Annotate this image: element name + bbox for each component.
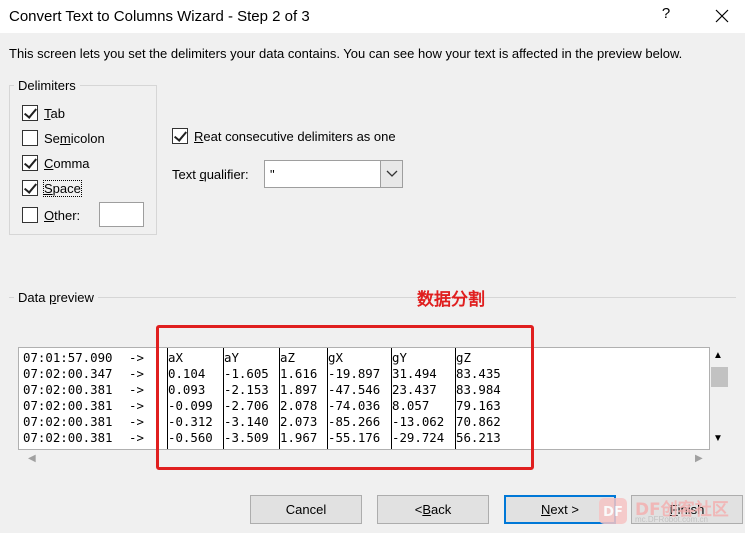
annotation-highlight-box bbox=[156, 325, 534, 470]
space-label: Space bbox=[43, 179, 82, 197]
chevron-down-icon bbox=[386, 170, 397, 177]
preview-cell: -> bbox=[129, 430, 144, 445]
text-qualifier-label: Text qualifier: bbox=[172, 167, 249, 182]
text-qualifier-select[interactable]: " bbox=[264, 160, 403, 188]
preview-cell: 07:02:00.381 bbox=[23, 398, 113, 413]
treat-consecutive-label: Reat consecutive delimiters as one bbox=[194, 128, 396, 144]
other-checkbox-row[interactable]: Other: bbox=[22, 205, 80, 225]
semicolon-label: Semicolon bbox=[44, 130, 105, 146]
tab-label: Tab bbox=[44, 105, 65, 121]
annotation-text: 数据分割 bbox=[417, 290, 485, 310]
scroll-down-icon[interactable]: ▼ bbox=[713, 433, 723, 444]
help-button[interactable]: ? bbox=[656, 5, 676, 27]
treat-consecutive-row[interactable]: Reat consecutive delimiters as one bbox=[172, 126, 396, 146]
preview-cell: -> bbox=[129, 366, 144, 381]
back-button[interactable]: < Back bbox=[377, 495, 489, 524]
svg-text:DF: DF bbox=[603, 505, 623, 520]
preview-cell: -> bbox=[129, 414, 144, 429]
scroll-up-icon[interactable]: ▲ bbox=[713, 350, 723, 361]
tab-checkbox-row[interactable]: Tab bbox=[22, 103, 65, 123]
preview-cell: 07:02:00.381 bbox=[23, 430, 113, 445]
preview-cell: -> bbox=[129, 398, 144, 413]
text-qualifier-value: " bbox=[270, 167, 275, 182]
preview-cell: 07:01:57.090 bbox=[23, 350, 113, 365]
text-qualifier-dropdown-button[interactable] bbox=[380, 161, 402, 187]
tab-checkbox[interactable] bbox=[22, 105, 38, 121]
space-checkbox-row[interactable]: Space bbox=[22, 178, 82, 198]
space-checkbox[interactable] bbox=[22, 180, 38, 196]
comma-checkbox-row[interactable]: Comma bbox=[22, 153, 90, 173]
comma-checkbox[interactable] bbox=[22, 155, 38, 171]
other-label: Other: bbox=[44, 207, 81, 223]
preview-cell: -> bbox=[129, 350, 144, 365]
preview-cell: 07:02:00.347 bbox=[23, 366, 113, 381]
preview-cell: -> bbox=[129, 382, 144, 397]
vertical-scrollbar[interactable]: ▲ ▼ bbox=[710, 347, 729, 450]
comma-label: Comma bbox=[44, 155, 90, 171]
semicolon-checkbox-row[interactable]: Semicolon bbox=[22, 128, 105, 148]
data-preview-label: Data preview bbox=[14, 290, 98, 305]
scroll-right-icon[interactable]: ▶ bbox=[695, 453, 703, 464]
intro-text: This screen lets you set the delimiters … bbox=[9, 46, 683, 61]
close-icon bbox=[715, 9, 729, 23]
cancel-button[interactable]: Cancel bbox=[250, 495, 362, 524]
preview-cell: 07:02:00.381 bbox=[23, 414, 113, 429]
close-button[interactable] bbox=[710, 5, 734, 27]
vertical-scroll-thumb[interactable] bbox=[711, 367, 728, 387]
watermark-url: mc.DFRobot.com.cn bbox=[635, 515, 708, 524]
delimiters-group-label: Delimiters bbox=[14, 78, 80, 93]
window-title: Convert Text to Columns Wizard - Step 2 … bbox=[9, 8, 310, 25]
title-bar: Convert Text to Columns Wizard - Step 2 … bbox=[0, 0, 745, 33]
scroll-left-icon[interactable]: ◀ bbox=[28, 453, 36, 464]
watermark: DF DF创客社区 mc.DFRobot.com.cn bbox=[597, 492, 742, 528]
df-logo-icon: DF bbox=[599, 498, 627, 524]
preview-cell: 07:02:00.381 bbox=[23, 382, 113, 397]
other-delimiter-input[interactable] bbox=[99, 202, 144, 227]
semicolon-checkbox[interactable] bbox=[22, 130, 38, 146]
other-checkbox[interactable] bbox=[22, 207, 38, 223]
treat-consecutive-checkbox[interactable] bbox=[172, 128, 188, 144]
